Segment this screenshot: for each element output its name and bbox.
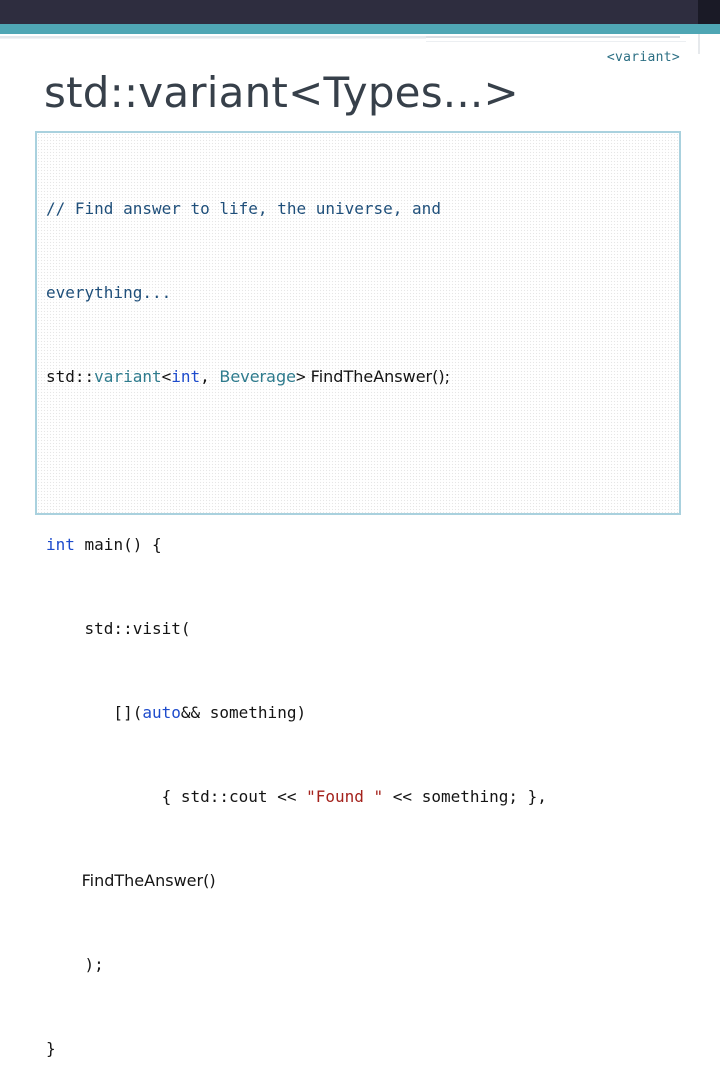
code-line: );	[46, 951, 547, 979]
code-line: FindTheAnswer()	[46, 867, 547, 895]
code-token: FindTheAnswer()	[46, 871, 216, 890]
code-token: main() {	[74, 535, 162, 554]
code-type: variant	[94, 367, 162, 386]
code-line: // Find answer to life, the universe, an…	[46, 195, 547, 223]
code-token: std::visit(	[46, 619, 191, 638]
code-keyword: auto	[142, 703, 181, 722]
code-comment: // Find answer to life, the universe, an…	[46, 199, 441, 218]
code-token: <	[161, 367, 172, 386]
decor-stripe	[426, 36, 680, 38]
top-bar-accent	[0, 24, 720, 34]
top-bar-dark	[0, 0, 720, 24]
code-token: std::	[46, 367, 95, 386]
code-token: [](	[46, 703, 143, 722]
code-string: "Found "	[306, 787, 384, 806]
code-token: && something)	[180, 703, 307, 722]
code-block: // Find answer to life, the universe, an…	[35, 131, 681, 1058]
code-text: // Find answer to life, the universe, an…	[46, 139, 547, 1080]
code-token: );	[46, 955, 104, 974]
code-token: }	[46, 1039, 56, 1058]
code-line: int main() {	[46, 531, 547, 559]
code-line: everything...	[46, 279, 547, 307]
code-comment: everything...	[46, 283, 172, 302]
code-keyword: int	[171, 367, 201, 386]
decor-stripe	[426, 41, 686, 42]
code-line: }	[46, 1035, 547, 1063]
decor-line	[698, 34, 700, 54]
code-line: std::visit(	[46, 615, 547, 643]
code-token: FindTheAnswer();	[305, 367, 451, 386]
slide-title: std::variant<Types...>	[44, 68, 519, 117]
decor-stripe	[0, 38, 426, 39]
code-type: Beverage	[219, 367, 296, 386]
code-line: [](auto&& something)	[46, 699, 547, 727]
code-token: << something; },	[383, 787, 547, 806]
slide-tag: <variant>	[606, 50, 680, 65]
code-line: { std::cout << "Found " << something; },	[46, 783, 547, 811]
code-token: >	[295, 367, 306, 386]
code-line: std::variant<int, Beverage> FindTheAnswe…	[46, 363, 547, 391]
code-token: { std::cout <<	[46, 787, 307, 806]
top-bar-edge	[698, 0, 720, 24]
code-token: ,	[200, 367, 220, 386]
code-keyword: int	[46, 535, 75, 554]
